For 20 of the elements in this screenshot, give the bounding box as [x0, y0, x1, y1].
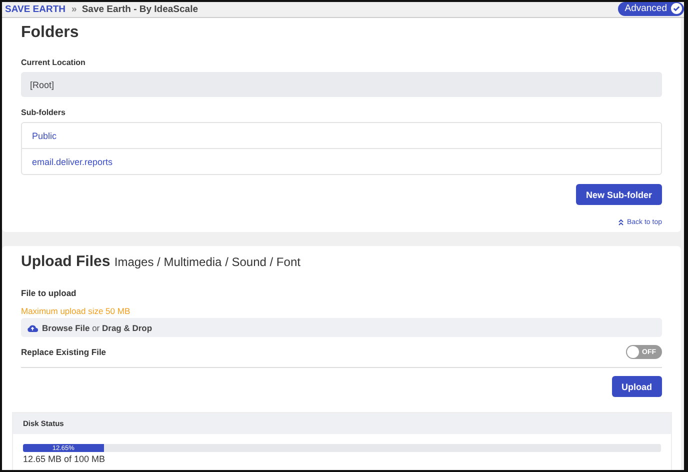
location-field: [Root] [21, 72, 662, 97]
disk-usage-text: 12.65 MB of 100 MB [23, 454, 106, 464]
field-label: File to upload [21, 288, 78, 298]
breadcrumb-separator: » [72, 4, 77, 15]
subfolder-link[interactable]: Public [22, 123, 661, 148]
cloud-upload-icon [27, 324, 38, 332]
upload-button[interactable]: Upload [612, 376, 662, 397]
breadcrumb-link[interactable]: SAVE EARTH [5, 4, 66, 15]
breadcrumb-current: Save Earth - By IdeaScale [82, 4, 198, 15]
subfolder-link[interactable]: email.deliver.reports [22, 148, 661, 174]
upload-limit-note: Maximum upload size 50 MB [21, 306, 132, 316]
file-drop-zone[interactable]: Browse File or Drag & Drop [21, 318, 662, 337]
new-subfolder-button[interactable]: New Sub-folder [576, 184, 662, 205]
section-title: Upload Files Images / Multimedia / Sound / Font [21, 253, 302, 271]
chevrons-up-icon [618, 219, 624, 226]
field-label: Sub-folders [21, 108, 66, 117]
field-label: Current Location [21, 58, 86, 67]
advanced-toggle[interactable]: Advanced [618, 2, 684, 16]
section-title: Folders [21, 24, 80, 42]
field-label: Replace Existing File [21, 347, 106, 357]
